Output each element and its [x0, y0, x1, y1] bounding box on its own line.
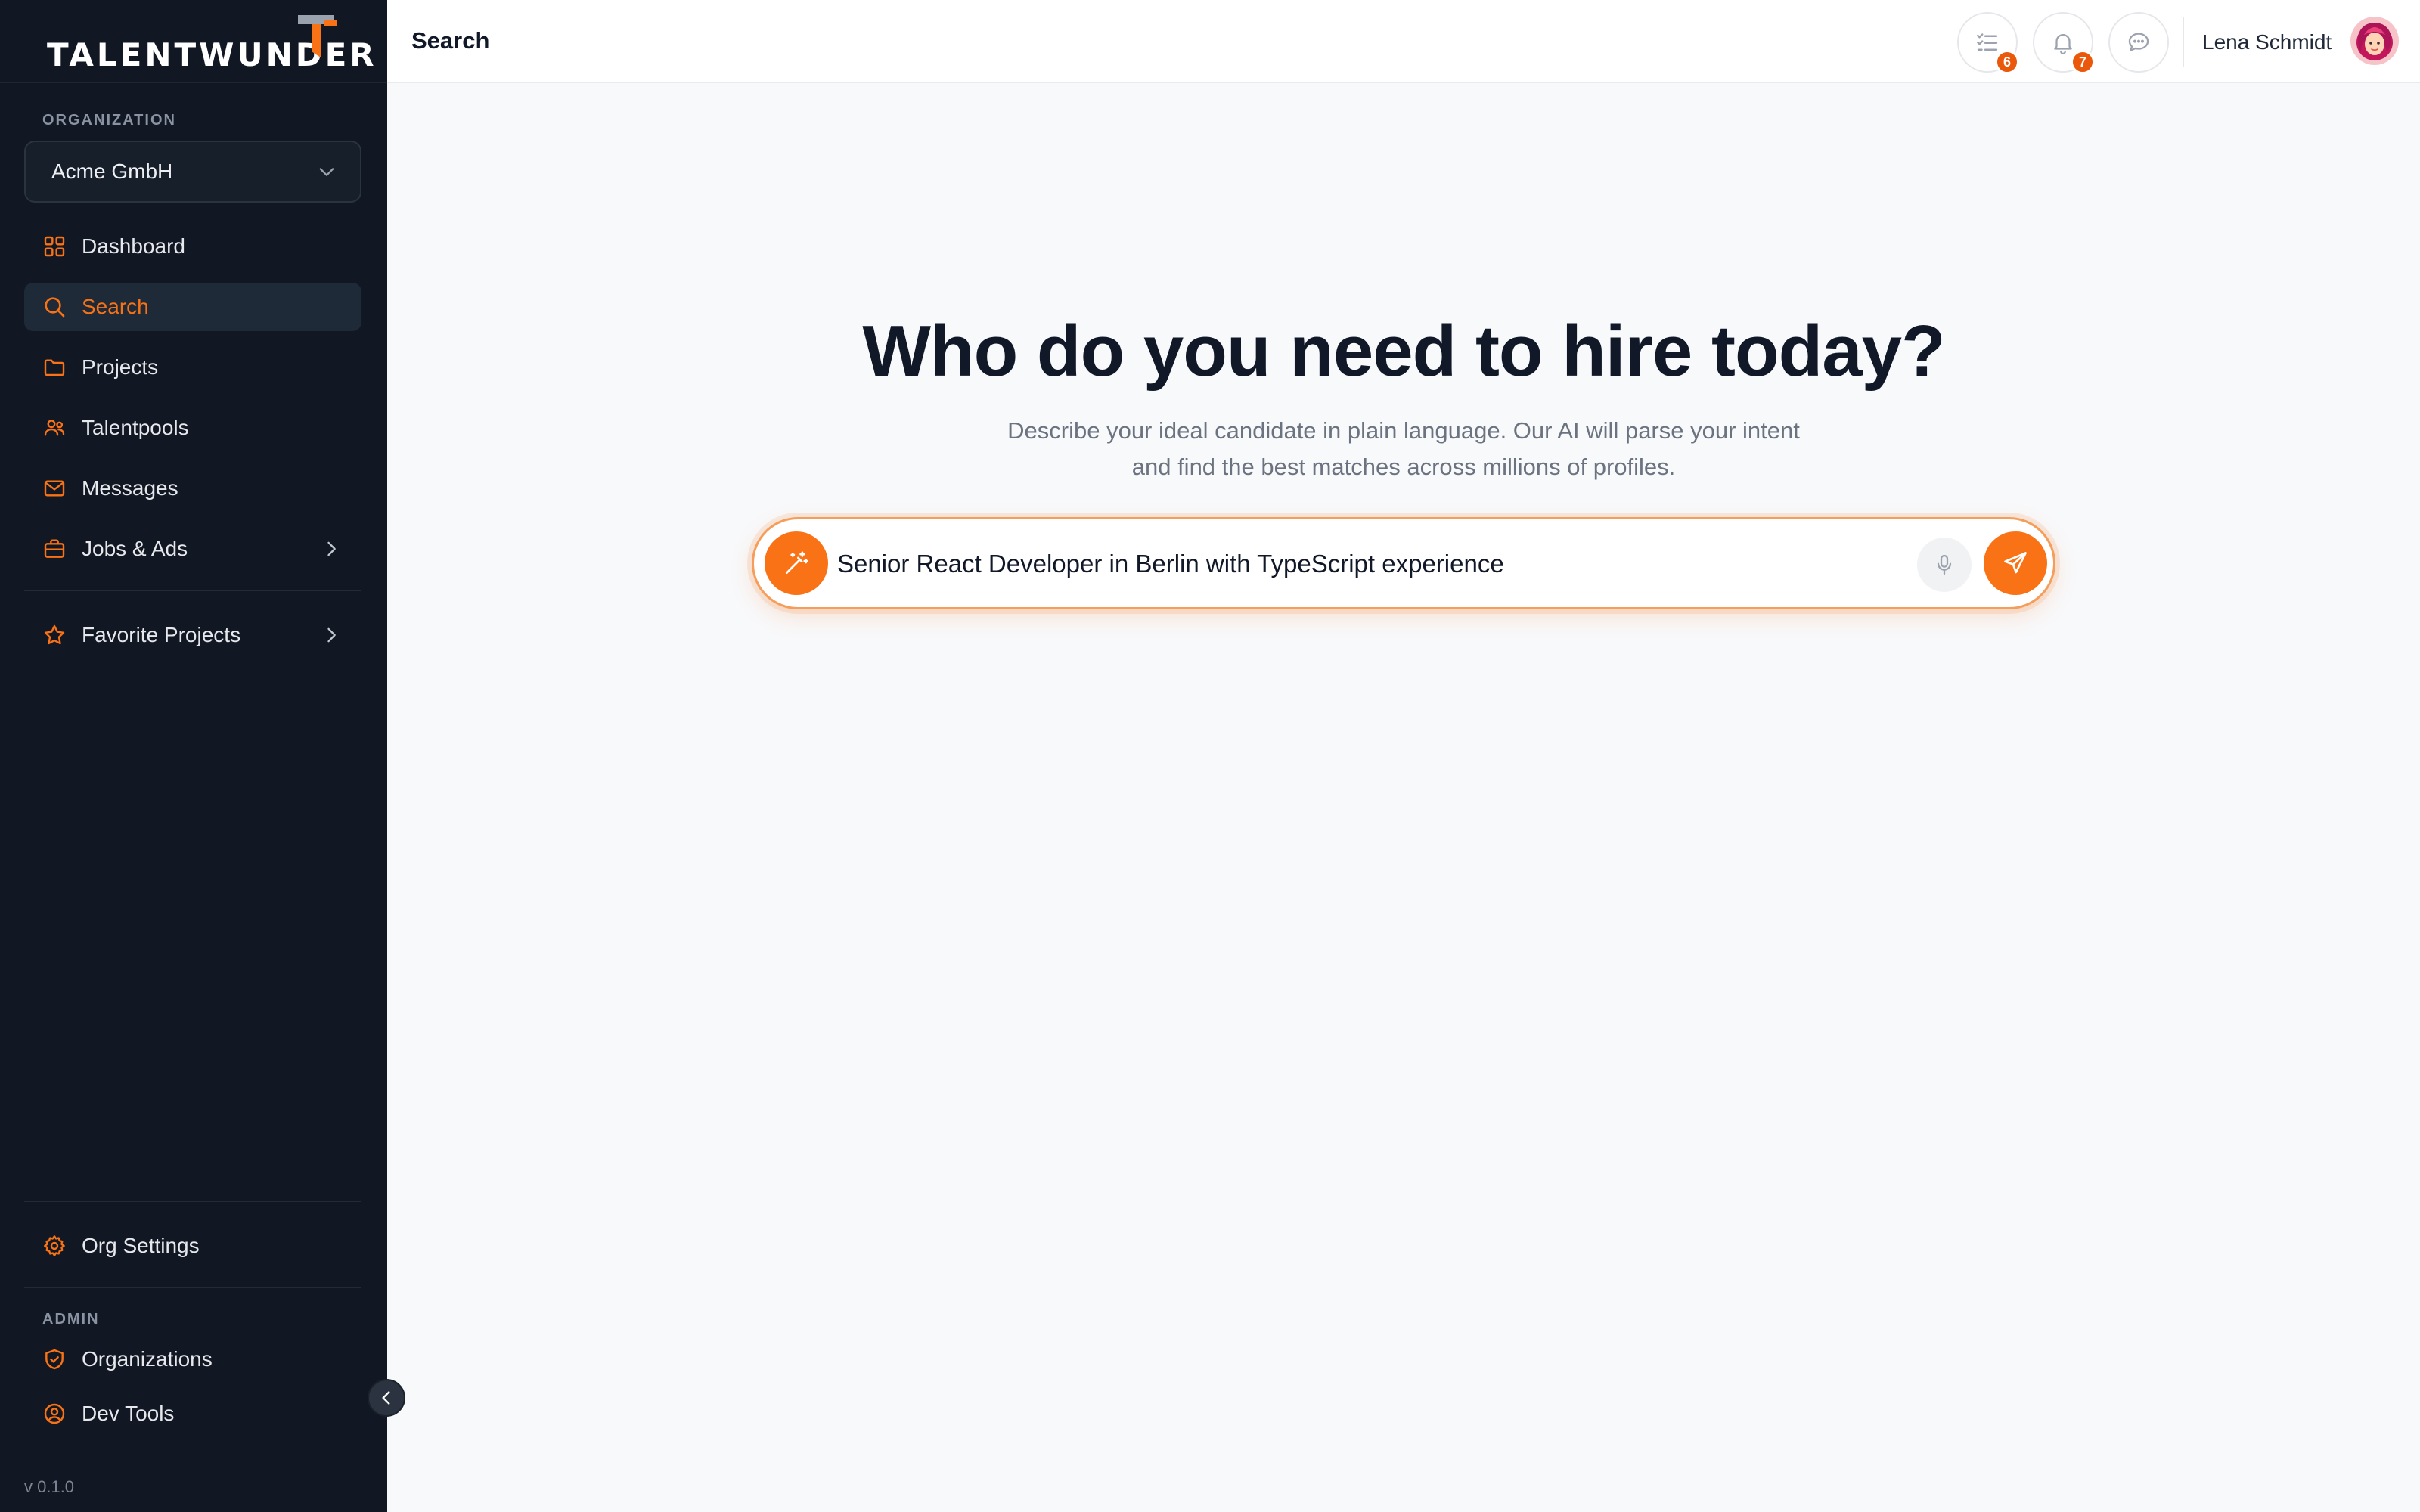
app-version: v 0.1.0	[24, 1477, 75, 1496]
sidebar-item-search[interactable]: Search	[24, 283, 361, 331]
users-icon	[41, 414, 68, 442]
sidebar-item-messages[interactable]: Messages	[24, 464, 361, 513]
organization-label: ORGANIZATION	[42, 112, 176, 129]
tasks-count-badge: 6	[1995, 50, 2019, 74]
tasks-button[interactable]: 6	[1957, 12, 2019, 74]
voice-input-button[interactable]	[1917, 538, 1972, 592]
microphone-icon	[1937, 554, 1952, 575]
sidebar-item-label: Talentpools	[82, 416, 189, 439]
task-list-icon	[1977, 33, 1998, 51]
user-name[interactable]: Lena Schmidt	[2202, 30, 2332, 54]
sidebar-item-organizations[interactable]: Organizations	[24, 1335, 361, 1383]
sidebar-item-jobs-ads[interactable]: Jobs & Ads	[24, 525, 361, 573]
briefcase-icon	[41, 535, 68, 562]
sidebar-item-label: Dashboard	[82, 234, 185, 258]
send-icon	[2004, 552, 2027, 574]
notifications-count-badge: 7	[2071, 50, 2095, 74]
sidebar-item-label: Favorite Projects	[82, 623, 241, 646]
bell-icon	[2054, 34, 2072, 54]
hero-subtext: Describe your ideal candidate in plain l…	[1007, 417, 1800, 480]
app-root: TALENTWUNDER ORGANIZATION Acme GmbH Dash…	[0, 0, 2420, 1512]
mail-icon	[41, 475, 68, 502]
dashboard-icon	[41, 233, 68, 260]
chevron-left-icon	[382, 1391, 390, 1405]
sidebar-item-org-settings[interactable]: Org Settings	[24, 1222, 361, 1270]
sidebar-item-label: Search	[82, 295, 149, 318]
topbar-divider	[2183, 17, 2184, 67]
sidebar-item-label: Org Settings	[82, 1234, 200, 1257]
sidebar-divider	[24, 590, 361, 591]
star-icon	[41, 621, 68, 649]
chevron-right-icon	[327, 627, 336, 643]
sidebar-item-label: Projects	[82, 355, 159, 379]
chat-button[interactable]	[2108, 12, 2169, 73]
sidebar-collapse-button[interactable]	[368, 1379, 405, 1417]
gear-icon	[41, 1232, 68, 1259]
admin-label: ADMIN	[42, 1311, 100, 1328]
send-search-button[interactable]	[1984, 531, 2047, 595]
sidebar-item-talentpools[interactable]: Talentpools	[24, 404, 361, 452]
search-icon	[41, 293, 68, 321]
chevron-right-icon	[327, 541, 336, 556]
ai-magic-button[interactable]	[765, 531, 828, 595]
topbar: Search 6 7 Lena Schmidt	[387, 0, 2420, 83]
organization-select[interactable]: Acme GmbH	[24, 141, 361, 203]
sidebar-item-projects[interactable]: Projects	[24, 343, 361, 392]
sidebar-divider	[24, 1287, 361, 1288]
sidebar-item-favorite-projects[interactable]: Favorite Projects	[24, 611, 361, 659]
chat-icon	[2128, 33, 2149, 51]
user-circle-icon	[41, 1400, 68, 1427]
sidebar-item-label: Messages	[82, 476, 178, 500]
sidebar-item-dashboard[interactable]: Dashboard	[24, 222, 361, 271]
page-title: Search	[411, 27, 490, 54]
ai-search-bar	[752, 517, 2055, 609]
avatar[interactable]	[2350, 17, 2399, 65]
shield-icon	[41, 1346, 68, 1373]
chevron-down-icon	[319, 168, 334, 176]
brand-logo-icon	[298, 15, 337, 57]
organization-value: Acme GmbH	[51, 160, 173, 183]
magic-wand-icon	[785, 551, 808, 575]
sidebar: TALENTWUNDER ORGANIZATION Acme GmbH Dash…	[0, 0, 387, 1512]
folder-icon	[41, 354, 68, 381]
sidebar-item-label: Jobs & Ads	[82, 537, 188, 560]
notifications-button[interactable]: 7	[2033, 12, 2095, 74]
sidebar-divider	[24, 1201, 361, 1202]
sidebar-item-label: Organizations	[82, 1347, 213, 1371]
sidebar-item-dev-tools[interactable]: Dev Tools	[24, 1390, 361, 1438]
search-input[interactable]	[837, 538, 1903, 590]
sidebar-item-label: Dev Tools	[82, 1402, 175, 1425]
logo[interactable]: TALENTWUNDER	[0, 0, 387, 83]
hero-headline: Who do you need to hire today?	[862, 311, 1945, 392]
